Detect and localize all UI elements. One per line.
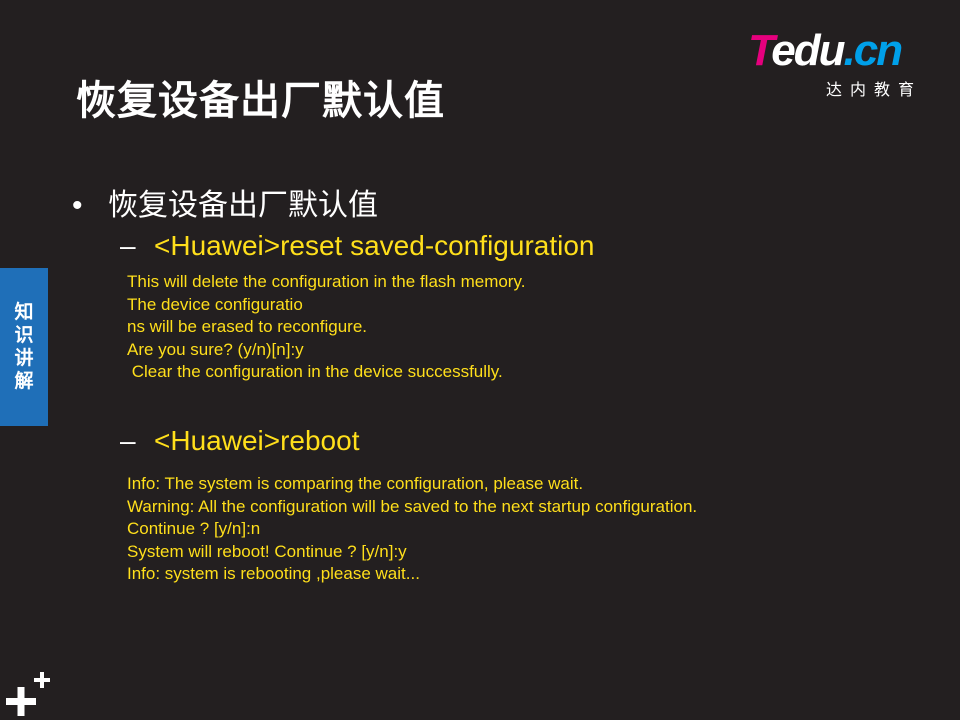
slide: 恢复设备出厂默认值 Tedu.cn 达内教育 知识讲解 • 恢复设备出厂默认值 –… (0, 0, 960, 720)
tedu-logo: Tedu.cn 达内教育 (748, 28, 938, 100)
command-reset-text: <Huawei>reset saved-configuration (154, 230, 595, 261)
logo-edu: edu (771, 26, 845, 75)
output-line: System will reboot! Continue ? [y/n]:y (127, 541, 407, 561)
output-line: Are you sure? (y/n)[n]:y (127, 339, 304, 359)
logo-subtitle: 达内教育 (826, 82, 923, 99)
output-line: Info: The system is comparing the config… (127, 474, 584, 493)
side-tab-label: 知识讲解 (14, 302, 34, 392)
command-reboot: – <Huawei>reboot (120, 425, 359, 457)
dash-icon: – (120, 425, 136, 456)
command-reset-output: This will delete the configuration in th… (127, 271, 525, 384)
side-tab: 知识讲解 (0, 268, 48, 426)
output-line: Continue ? [y/n]:n (127, 519, 261, 538)
bullet-item: • 恢复设备出厂默认值 (72, 180, 378, 224)
logo-wordmark: Tedu.cn (748, 26, 903, 75)
plus-plus-icon (6, 672, 50, 716)
logo-dot: . (843, 26, 855, 75)
logo-t: T (748, 26, 773, 75)
output-line: Info: system is rebooting ,please wait..… (127, 564, 420, 583)
logo-cn: cn (853, 26, 903, 75)
command-reset: – <Huawei>reset saved-configuration (120, 230, 594, 262)
output-line: Clear the configuration in the device su… (127, 362, 503, 381)
command-reboot-output: Info: The system is comparing the config… (127, 473, 697, 586)
output-line: ns will be erased to reconfigure. (127, 317, 368, 336)
output-line: The device configuratio (127, 294, 303, 314)
bullet-dot-icon: • (72, 189, 83, 222)
output-line: This will delete the configuration in th… (127, 272, 526, 291)
command-reboot-text: <Huawei>reboot (154, 425, 360, 456)
dash-icon: – (120, 230, 136, 261)
page-title: 恢复设备出厂默认值 (76, 79, 445, 123)
output-line: Warning: All the configuration will be s… (127, 496, 698, 516)
bullet-text: 恢复设备出厂默认值 (108, 189, 378, 222)
